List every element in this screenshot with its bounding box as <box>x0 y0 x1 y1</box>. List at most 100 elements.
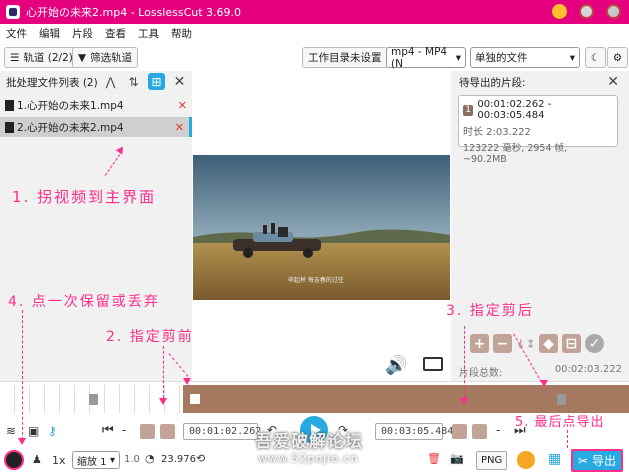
waveform-icon[interactable]: ≋ <box>6 424 16 438</box>
delete-icon[interactable]: 🗑 <box>427 452 441 465</box>
merge-icon[interactable]: ⋀ <box>102 73 119 90</box>
zoom-number: 1.0 <box>124 454 140 465</box>
title-bar: 心开始の未来2.mp4 - LosslessCut 3.69.0 <box>0 0 629 24</box>
watermark-text: 吾爱破解论坛 <box>255 432 363 452</box>
annotation-arrow <box>159 398 167 405</box>
chevron-down-icon: ▾ <box>109 454 115 466</box>
cut-end-time-input[interactable]: 00:03:05.484 <box>375 423 453 440</box>
sort-icon[interactable]: ⇅ <box>125 73 142 90</box>
workdir-button[interactable]: 工作目录未设置 <box>302 47 388 68</box>
filter-tracks-button[interactable]: ▼ 筛选轨道 <box>72 47 139 68</box>
speedometer-icon: ◔ <box>145 452 155 465</box>
filter-tracks-label: 筛选轨道 <box>90 52 133 64</box>
watermark-url: www.52pojie.cn <box>258 452 359 465</box>
window-title: 心开始の未来2.mp4 - LosslessCut 3.69.0 <box>26 6 242 19</box>
jump-start-icon[interactable]: ⏮ <box>102 423 114 438</box>
split-icon[interactable]: ⊟ <box>562 334 581 353</box>
key-icon[interactable]: ⚷ <box>48 424 57 438</box>
output-mode-select[interactable]: 单独的文件 ▾ <box>470 47 580 68</box>
segment-total-label: 片段总数: <box>459 368 503 379</box>
file-icon <box>5 121 14 133</box>
zoom-select[interactable]: 缩放 1 ▾ <box>72 451 120 469</box>
camera-icon[interactable]: 📷 <box>450 452 464 465</box>
gear-icon: ⚙ <box>612 51 623 64</box>
dash: - <box>122 423 127 437</box>
chevron-down-icon: ▾ <box>569 51 575 64</box>
annotation-line <box>567 430 568 448</box>
tracks-label: 轨道 (2/2) <box>23 52 73 64</box>
remove-segment-icon[interactable]: − <box>493 334 512 353</box>
volume-icon[interactable]: 🔊 <box>385 355 407 376</box>
annotation-step4: 4. 点一次保留或丢弃 <box>8 294 160 310</box>
set-cut-start-button[interactable] <box>160 424 175 439</box>
add-segment-icon[interactable]: + <box>470 334 489 353</box>
segments-panel: 待导出的片段: ✕ 1 00:01:02.262 - 00:03:05.484 … <box>451 71 629 381</box>
close-button[interactable] <box>606 4 621 19</box>
close-icon[interactable]: ✕ <box>171 73 188 90</box>
set-cut-end-button[interactable] <box>452 424 467 439</box>
filter-icon: ▼ <box>78 51 87 64</box>
screenshot-format-button[interactable]: PNG <box>476 451 508 470</box>
image-icon[interactable]: ▣ <box>28 424 39 438</box>
export-label: 导出 <box>592 454 617 468</box>
format-select[interactable]: mp4 - MP4 (N ▾ <box>386 45 466 70</box>
annotation-arrow <box>540 380 548 387</box>
format-value: mp4 - MP4 (N <box>391 45 448 70</box>
menu-view[interactable]: 查看 <box>105 26 126 41</box>
annotation-step5: 5. 最后点导出 <box>515 415 605 430</box>
segment-total-time: 00:02:03.222 <box>554 364 622 375</box>
file-list-item[interactable]: 1.心开始の未来1.mp4 ✕ <box>0 95 192 115</box>
annotation-arrow <box>460 398 468 405</box>
close-icon[interactable]: ✕ <box>607 74 619 90</box>
settings-button[interactable]: ⚙ <box>607 47 628 68</box>
annotation-line <box>163 346 164 398</box>
segment-card[interactable]: 1 00:01:02.262 - 00:03:05.484 时长 2:03.22… <box>458 95 618 165</box>
annotation-line <box>22 310 23 440</box>
calendar-icon[interactable]: ▦ <box>548 451 561 467</box>
batch-list-title: 批处理文件列表 (2) <box>6 76 98 89</box>
file-name: 1.心开始の未来1.mp4 <box>17 99 124 112</box>
play-circle-icon[interactable] <box>517 451 535 469</box>
segment-range: 00:01:02.262 - 00:03:05.484 <box>477 99 552 121</box>
annotation-arrow <box>18 438 26 445</box>
fps-label: 23.976 <box>161 454 196 465</box>
zoom-value: 缩放 1 <box>77 456 107 468</box>
segments-title: 待导出的片段: <box>459 76 526 89</box>
menu-file[interactable]: 文件 <box>6 26 27 41</box>
video-frame[interactable]: 申起杯 每吉春的过往 <box>193 155 450 300</box>
rotate-icon[interactable]: ⟲ <box>196 452 205 465</box>
jump-segment-start-icon[interactable] <box>140 424 155 439</box>
segment-info: 123222 毫秒, 2954 帧, ~90.2MB <box>463 143 568 165</box>
remove-file-icon[interactable]: ✕ <box>175 121 184 134</box>
annotation-step1: 1. 拐视频到主界面 <box>12 188 157 206</box>
segment-duration: 时长 2:03.222 <box>463 127 531 138</box>
tracks-button[interactable]: ☰ 轨道 (2/2) <box>4 47 79 68</box>
remove-file-icon[interactable]: ✕ <box>178 99 187 112</box>
export-button[interactable]: ✂ 导出 <box>571 449 623 472</box>
keep-discard-toggle-icon[interactable] <box>4 450 24 470</box>
dash: - <box>496 423 501 437</box>
menu-help[interactable]: 帮助 <box>171 26 192 41</box>
person-icon[interactable]: ♟ <box>32 453 42 466</box>
grid-view-icon[interactable]: ⊞ <box>148 73 165 90</box>
menu-tools[interactable]: 工具 <box>138 26 159 41</box>
save-icon <box>190 394 200 404</box>
tag-icon[interactable]: ◆ <box>539 334 558 353</box>
menu-edit[interactable]: 编辑 <box>39 26 60 41</box>
file-icon <box>5 99 14 111</box>
check-icon[interactable]: ✓ <box>585 334 604 353</box>
scissors-icon: ✂ <box>577 453 589 468</box>
maximize-button[interactable] <box>579 4 594 19</box>
file-list-item[interactable]: 2.心开始の未来2.mp4 ✕ <box>0 117 192 137</box>
output-mode-value: 单独的文件 <box>475 52 528 64</box>
segment-number: 1 <box>463 104 474 116</box>
subtitles-icon[interactable] <box>423 357 443 371</box>
minimize-button[interactable] <box>552 4 567 19</box>
jump-segment-end-icon[interactable] <box>472 424 487 439</box>
dark-mode-button[interactable]: ☾ <box>585 47 606 68</box>
annotation-step3: 3. 指定剪后 <box>446 303 534 319</box>
file-name: 2.心开始の未来2.mp4 <box>17 121 124 134</box>
menu-segment[interactable]: 片段 <box>72 26 93 41</box>
menu-bar: 文件 编辑 片段 查看 工具 帮助 <box>0 24 629 42</box>
cut-start-time-input[interactable]: 00:01:02.262 <box>183 423 261 440</box>
